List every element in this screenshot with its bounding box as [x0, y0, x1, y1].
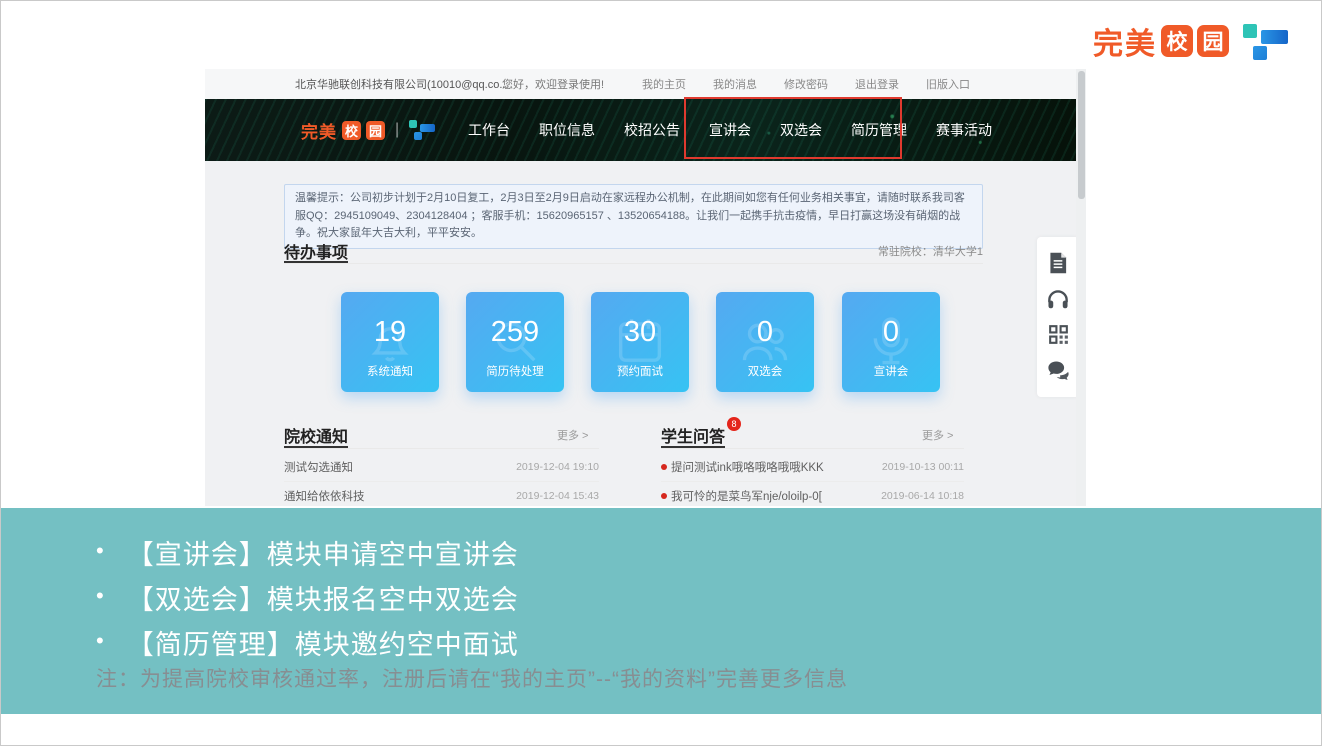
qa-list-item[interactable]: 提问测试ink哦咯哦咯哦哦KKK 2019-10-13 00:11 [661, 453, 964, 482]
unread-dot-icon [661, 493, 667, 499]
brand-wordmark-text: 完美 [1093, 19, 1157, 63]
slide-canvas: 完美 校 园 北京华驰联创科技有限公司(10010@qq.co... 您好，欢迎… [0, 0, 1322, 746]
qa-item-text: 提问测试ink哦咯哦咯哦哦KKK [671, 462, 824, 474]
navbar-logo-box2: 园 [366, 121, 385, 140]
link-change-password[interactable]: 修改密码 [784, 76, 828, 92]
stat-card-system-notices[interactable]: 19 系统通知 [341, 292, 439, 392]
nav-item-announce[interactable]: 校招公告 [624, 120, 680, 140]
bullet-dot: • [96, 533, 105, 569]
stat-label: 系统通知 [341, 363, 439, 379]
navbar-logo-box1: 校 [342, 121, 361, 140]
qa-item-date: 2019-06-14 10:18 [881, 490, 964, 502]
notices-section-title: 院校通知 [284, 423, 348, 447]
app-screenshot: 北京华驰联创科技有限公司(10010@qq.co... 您好，欢迎登录使用! 我… [205, 69, 1086, 506]
stat-value: 19 [341, 316, 439, 349]
notice-item-date: 2019-12-04 19:10 [516, 461, 599, 473]
company-account-text: 北京华驰联创科技有限公司(10010@qq.co... [295, 76, 509, 92]
brand-logo: 完美 校 园 [1093, 19, 1289, 63]
stat-value: 259 [466, 316, 564, 349]
notices-more-link[interactable]: 更多 > [557, 427, 588, 443]
stat-card-infosession[interactable]: 0 宣讲会 [842, 292, 940, 392]
banner-bullet-1: • 【宣讲会】模块申请空中宣讲会 [96, 533, 519, 572]
banner-bullet-2: • 【双选会】模块报名空中双选会 [96, 578, 519, 617]
notice-list-item[interactable]: 通知给依依科技 2019-12-04 15:43 [284, 482, 599, 506]
chat-icon[interactable] [1045, 357, 1072, 384]
banner-note: 注：为提高院校审核通过率，注册后请在“我的主页”--“我的资料”完善更多信息 [96, 663, 848, 693]
notice-item-date: 2019-12-04 15:43 [516, 490, 599, 502]
main-navbar: 完美 校 园 | 工作台 职位信息 校招公告 宣讲会 双选会 简历管理 赛事活动 [205, 99, 1086, 161]
qa-unread-badge: 8 [727, 417, 741, 431]
nav-item-jobs[interactable]: 职位信息 [539, 120, 595, 140]
brand-blocks-icon [1243, 22, 1289, 60]
qa-more-link[interactable]: 更多 > [922, 427, 953, 443]
todo-section-title: 待办事项 [284, 239, 348, 263]
document-icon[interactable] [1045, 250, 1071, 276]
link-old-version[interactable]: 旧版入口 [926, 76, 970, 92]
brand-wordmark-box2: 园 [1197, 25, 1229, 57]
navbar-logo-divider: | [395, 121, 399, 139]
notices-header-divider [284, 448, 599, 449]
link-my-homepage[interactable]: 我的主页 [642, 76, 686, 92]
notice-banner: 温馨提示：公司初步计划于2月10日复工，2月3日至2月9日启动在家远程办公机制，… [284, 184, 983, 249]
link-logout[interactable]: 退出登录 [855, 76, 899, 92]
highlight-red-box [684, 97, 902, 159]
notice-item-text: 测试勾选通知 [284, 459, 353, 475]
bullet-text: 【宣讲会】模块申请空中宣讲会 [127, 533, 519, 572]
qa-item-text-wrap: 我可怜的是菜鸟军nje/oloilp-0[ [661, 488, 822, 504]
side-tool-strip [1037, 237, 1079, 397]
navbar-blocks-icon [409, 119, 435, 141]
stat-label: 双选会 [716, 363, 814, 379]
brand-wordmark-box1: 校 [1161, 25, 1193, 57]
notice-item-text: 通知给依依科技 [284, 488, 365, 504]
todo-header-divider [284, 263, 983, 264]
stat-label: 预约面试 [591, 363, 689, 379]
bullet-text: 【简历管理】模块邀约空中面试 [127, 623, 519, 662]
bullet-text: 【双选会】模块报名空中双选会 [127, 578, 519, 617]
stat-value: 0 [842, 316, 940, 349]
qa-header-divider [661, 448, 964, 449]
nav-item-workbench[interactable]: 工作台 [468, 120, 510, 140]
notice-list-item[interactable]: 测试勾选通知 2019-12-04 19:10 [284, 453, 599, 482]
topbar-links: 我的主页 我的消息 修改密码 退出登录 旧版入口 [642, 76, 970, 92]
scrollbar-track[interactable] [1076, 69, 1086, 506]
stat-card-jobfair[interactable]: 0 双选会 [716, 292, 814, 392]
brand-wordmark: 完美 校 园 [1093, 19, 1229, 63]
stat-card-resumes-pending[interactable]: 259 简历待处理 [466, 292, 564, 392]
resident-school-label: 常驻院校：清华大学1 [878, 243, 983, 259]
stat-card-interviews[interactable]: 30 预约面试 [591, 292, 689, 392]
navbar-logo-text: 完美 [301, 118, 337, 143]
qa-item-text-wrap: 提问测试ink哦咯哦咯哦哦KKK [661, 459, 824, 475]
qa-section-title: 学生问答 [661, 423, 725, 447]
qa-item-date: 2019-10-13 00:11 [882, 461, 964, 473]
app-topbar: 北京华驰联创科技有限公司(10010@qq.co... 您好，欢迎登录使用! 我… [205, 69, 1086, 99]
scrollbar-thumb[interactable] [1078, 71, 1085, 199]
welcome-text: 您好，欢迎登录使用! [502, 76, 604, 92]
qa-item-text: 我可怜的是菜鸟军nje/oloilp-0[ [671, 491, 822, 503]
headphones-icon[interactable] [1045, 286, 1071, 312]
stat-value: 30 [591, 316, 689, 349]
stat-label: 简历待处理 [466, 363, 564, 379]
navbar-logo[interactable]: 完美 校 园 | [301, 118, 435, 143]
unread-dot-icon [661, 464, 667, 470]
bullet-dot: • [96, 578, 105, 614]
qa-list-item[interactable]: 我可怜的是菜鸟军nje/oloilp-0[ 2019-06-14 10:18 [661, 482, 964, 506]
stat-label: 宣讲会 [842, 363, 940, 379]
bullet-dot: • [96, 623, 105, 659]
banner-bullet-3: • 【简历管理】模块邀约空中面试 [96, 623, 519, 662]
nav-item-contest[interactable]: 赛事活动 [936, 120, 992, 140]
stat-value: 0 [716, 316, 814, 349]
link-my-messages[interactable]: 我的消息 [713, 76, 757, 92]
qrcode-icon[interactable] [1046, 322, 1071, 347]
